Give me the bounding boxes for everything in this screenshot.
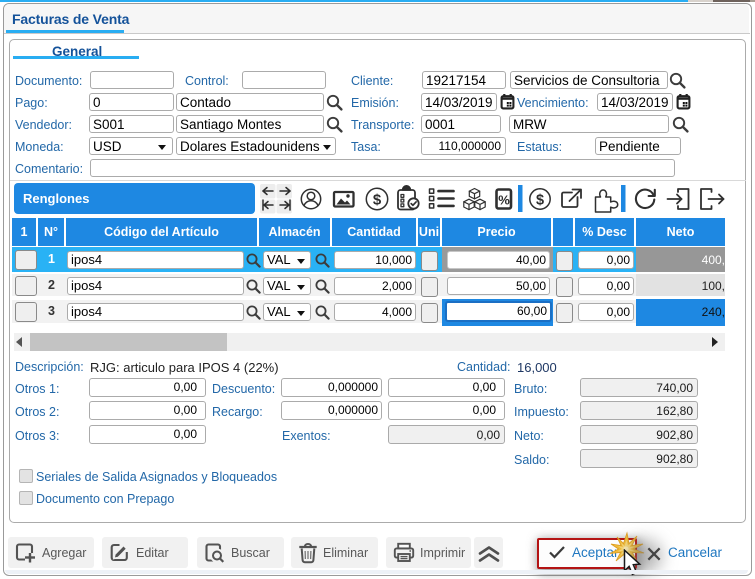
svg-text:%: % [498,193,510,208]
svg-text:$: $ [536,193,544,209]
svg-text:$: $ [373,192,382,209]
